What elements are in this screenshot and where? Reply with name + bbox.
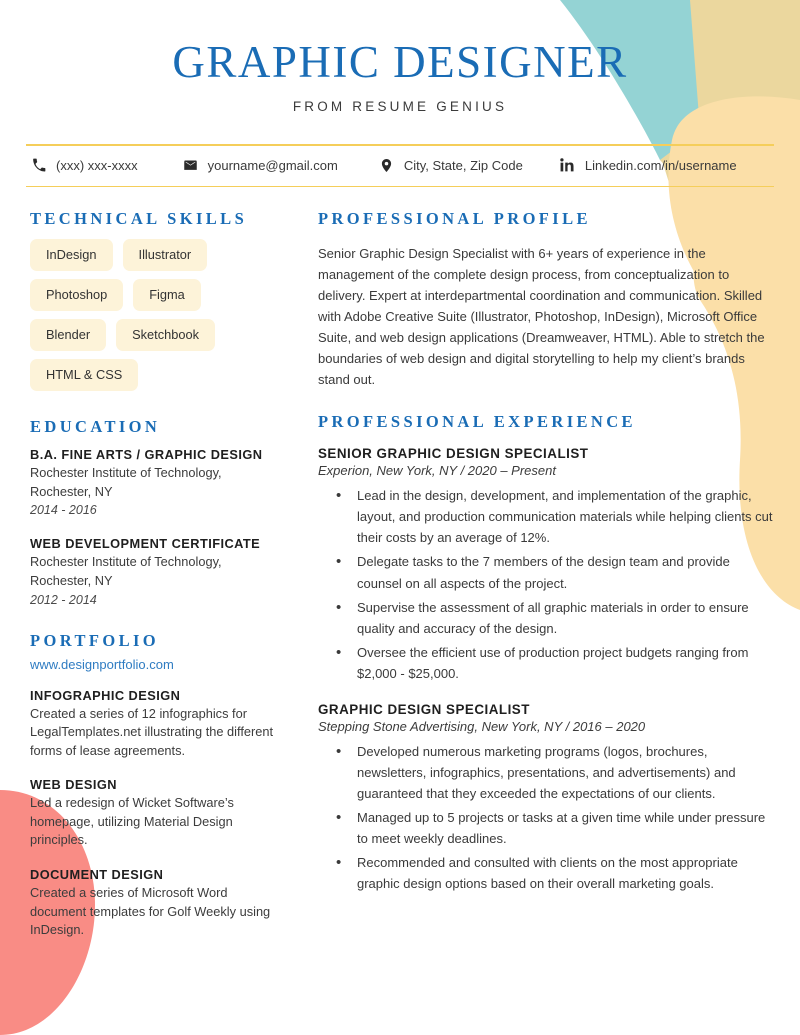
left-column: TECHNICAL SKILLS InDesign Illustrator Ph… xyxy=(30,209,285,957)
right-column: PROFESSIONAL PROFILE Senior Graphic Desi… xyxy=(285,209,774,912)
job-bullet: Oversee the efficient use of production … xyxy=(336,641,774,684)
education-school: Rochester Institute of Technology, xyxy=(30,465,222,481)
section-heading-professional-experience: PROFESSIONAL EXPERIENCE xyxy=(318,412,636,432)
contact-item-phone[interactable]: (xxx) xxx-xxxx xyxy=(30,157,138,174)
skill-pill: Figma xyxy=(133,279,201,312)
contact-item-location[interactable]: City, State, Zip Code xyxy=(378,157,523,174)
portfolio-item-description: Created a series of Microsoft Word docum… xyxy=(30,884,271,938)
job-company-dates: Stepping Stone Advertising, New York, NY… xyxy=(318,718,646,734)
linkedin-icon xyxy=(559,157,576,174)
education-degree: B.A. FINE ARTS / GRAPHIC DESIGN xyxy=(30,447,263,463)
professional-profile-text: Senior Graphic Design Specialist with 6+… xyxy=(318,246,765,388)
envelope-icon xyxy=(182,157,199,174)
job-company-dates: Experion, New York, NY / 2020 – Present xyxy=(318,463,556,479)
contact-text-phone: (xxx) xxx-xxxx xyxy=(56,157,138,173)
job-bullet: Supervise the assessment of all graphic … xyxy=(336,596,774,639)
portfolio-item-title: DOCUMENT DESIGN xyxy=(30,866,164,882)
contact-text-linkedin: Linkedin.com/in/username xyxy=(584,157,737,173)
job-bullet: Lead in the design, development, and imp… xyxy=(336,484,774,548)
job-bullet-list: Lead in the design, development, and imp… xyxy=(318,484,774,684)
education-dates: 2014 - 2016 xyxy=(30,503,97,518)
job-title: GRAPHIC DESIGN SPECIALIST xyxy=(318,701,530,717)
portfolio-item-title: WEB DESIGN xyxy=(30,777,117,793)
section-heading-portfolio: PORTFOLIO xyxy=(30,630,160,650)
skill-pill: Illustrator xyxy=(122,239,208,272)
education-dates: 2012 - 2014 xyxy=(30,592,97,607)
portfolio-url-link[interactable]: www.designportfolio.com xyxy=(30,657,285,672)
header: GRAPHIC DESIGNER FROM RESUME GENIUS xyxy=(0,0,800,115)
portfolio-item-description: Created a series of 12 infographics for … xyxy=(30,705,274,758)
contact-text-email: yourname@gmail.com xyxy=(207,157,338,173)
job-bullet: Managed up to 5 projects or tasks at a g… xyxy=(336,806,774,849)
education-degree: WEB DEVELOPMENT CERTIFICATE xyxy=(30,536,261,552)
contact-bar-wrapper: (xxx) xxx-xxxx yourname@gmail.com City, … xyxy=(0,144,800,187)
portfolio-item-description: Led a redesign of Wicket Software’s home… xyxy=(30,795,234,848)
phone-icon xyxy=(30,157,47,174)
skills-list: InDesign Illustrator Photoshop Figma Ble… xyxy=(30,239,285,392)
education-entry: WEB DEVELOPMENT CERTIFICATE Rochester In… xyxy=(30,536,285,608)
job-title: SENIOR GRAPHIC DESIGN SPECIALIST xyxy=(318,446,589,462)
education-location: Rochester, NY xyxy=(30,483,113,499)
skill-pill: InDesign xyxy=(30,239,113,272)
contact-item-linkedin[interactable]: Linkedin.com/in/username xyxy=(559,157,737,174)
experience-entry: SENIOR GRAPHIC DESIGN SPECIALIST Experio… xyxy=(318,446,774,683)
portfolio-item-title: INFOGRAPHIC DESIGN xyxy=(30,687,181,703)
contact-item-email[interactable]: yourname@gmail.com xyxy=(182,157,338,174)
education-location: Rochester, NY xyxy=(30,573,113,589)
skill-pill: Photoshop xyxy=(30,279,124,312)
skill-pill: Blender xyxy=(30,319,107,352)
portfolio-entry: DOCUMENT DESIGN Created a series of Micr… xyxy=(30,867,285,940)
education-entry: B.A. FINE ARTS / GRAPHIC DESIGN Rocheste… xyxy=(30,447,285,519)
job-bullet: Developed numerous marketing programs (l… xyxy=(336,740,774,804)
section-heading-education: EDUCATION xyxy=(30,417,161,437)
portfolio-entry: INFOGRAPHIC DESIGN Created a series of 1… xyxy=(30,688,285,761)
education-school: Rochester Institute of Technology, xyxy=(30,554,222,570)
contact-bar: (xxx) xxx-xxxx yourname@gmail.com City, … xyxy=(0,146,800,186)
contact-text-location: City, State, Zip Code xyxy=(403,157,523,173)
content-columns: TECHNICAL SKILLS InDesign Illustrator Ph… xyxy=(0,187,800,957)
experience-entry: GRAPHIC DESIGN SPECIALIST Stepping Stone… xyxy=(318,702,774,894)
resume-page: GRAPHIC DESIGNER FROM RESUME GENIUS (xxx… xyxy=(0,0,800,1035)
portfolio-entry: WEB DESIGN Led a redesign of Wicket Soft… xyxy=(30,777,285,850)
skill-pill: HTML & CSS xyxy=(30,359,139,392)
page-subtitle: FROM RESUME GENIUS xyxy=(292,99,508,114)
job-bullet-list: Developed numerous marketing programs (l… xyxy=(318,740,774,894)
section-heading-technical-skills: TECHNICAL SKILLS xyxy=(30,209,248,228)
job-bullet: Delegate tasks to the 7 members of the d… xyxy=(336,550,774,593)
job-bullet: Recommended and consulted with clients o… xyxy=(336,851,774,894)
section-heading-professional-profile: PROFESSIONAL PROFILE xyxy=(318,209,591,228)
skill-pill: Sketchbook xyxy=(116,319,215,352)
page-title: GRAPHIC DESIGNER xyxy=(172,37,628,87)
map-pin-icon xyxy=(378,157,395,174)
